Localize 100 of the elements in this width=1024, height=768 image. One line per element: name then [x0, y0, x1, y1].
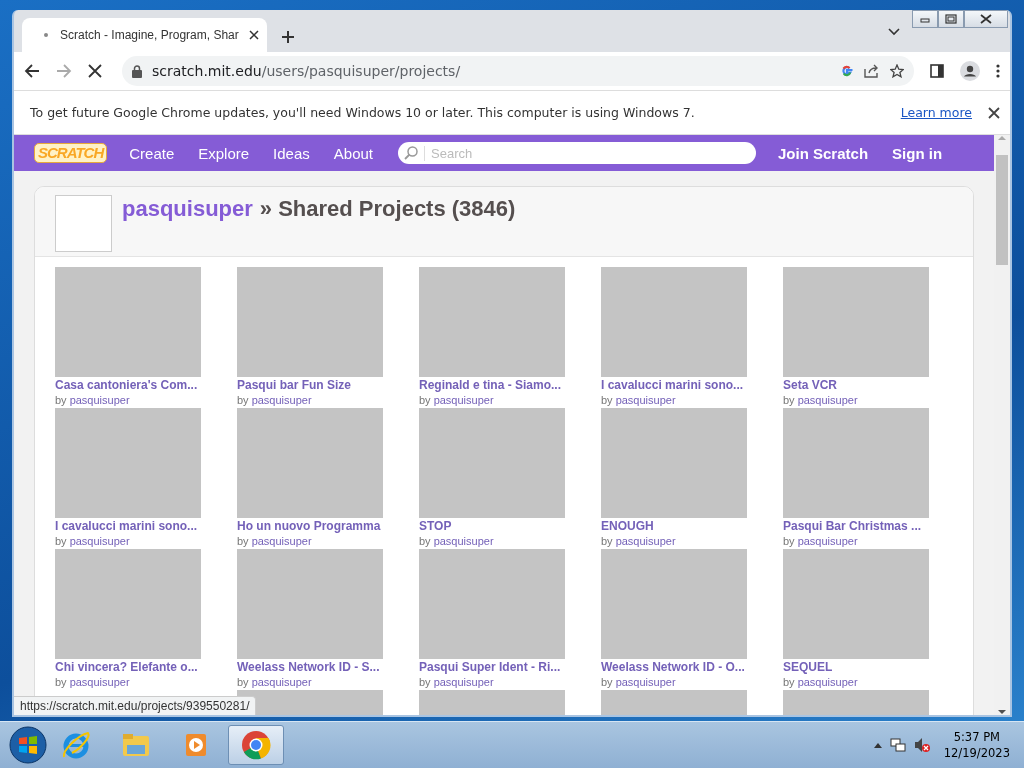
close-icon [979, 14, 993, 24]
project-thumbnail[interactable] [55, 267, 201, 377]
project-title[interactable]: Pasqui Super Ident - Ri... [419, 660, 565, 674]
maximize-icon [944, 14, 958, 24]
clock[interactable]: 5:37 PM 12/19/2023 [943, 729, 1010, 761]
scroll-thumb[interactable] [996, 155, 1008, 265]
browser-tab[interactable]: Scratch - Imagine, Program, Shar [22, 18, 267, 52]
by-label: by [55, 534, 67, 549]
by-label: by [237, 675, 249, 690]
nav-link[interactable]: Ideas [273, 144, 310, 162]
up-arrow-icon[interactable] [873, 742, 882, 748]
close-icon[interactable] [248, 30, 259, 40]
username-link[interactable]: pasquisuper [122, 196, 253, 222]
new-tab-icon[interactable] [281, 30, 295, 44]
project-title[interactable]: Weelass Network ID - O... [601, 660, 747, 674]
share-icon[interactable] [864, 64, 880, 78]
project-thumbnail[interactable] [419, 549, 565, 659]
project-title[interactable]: I cavalucci marini sono... [601, 378, 747, 392]
menu-icon[interactable] [996, 64, 1000, 78]
project-title[interactable]: Ho un nuovo Programma [237, 519, 383, 533]
project-thumbnail[interactable] [55, 549, 201, 659]
project-title[interactable]: Pasqui Bar Christmas ... [783, 519, 929, 533]
author-link[interactable]: pasquisuper [797, 392, 858, 408]
avatar-placeholder[interactable] [55, 195, 112, 252]
close-icon[interactable] [988, 106, 1000, 119]
project-thumbnail[interactable] [601, 549, 747, 659]
project-thumbnail[interactable] [783, 267, 929, 377]
by-label: by [419, 393, 431, 408]
nav-link[interactable]: Create [129, 144, 175, 162]
by-label: by [601, 393, 613, 408]
project-thumbnail[interactable] [55, 408, 201, 518]
side-panel-icon[interactable] [930, 64, 944, 78]
author-link[interactable]: pasquisuper [433, 392, 494, 408]
chrome-icon [240, 729, 272, 761]
join-link[interactable]: Join Scratch [778, 144, 869, 162]
project-title[interactable]: Pasqui bar Fun Size [237, 378, 383, 392]
volume-muted-icon[interactable] [913, 737, 930, 753]
project-title[interactable]: Casa cantoniera's Com... [55, 378, 201, 392]
chevron-down-icon[interactable] [888, 28, 900, 36]
by-label: by [237, 534, 249, 549]
project-thumbnail[interactable] [237, 549, 383, 659]
project-title[interactable]: Chi vincera? Elefante o... [55, 660, 201, 674]
author-link[interactable]: pasquisuper [69, 392, 130, 408]
minimize-button[interactable] [912, 10, 938, 28]
sign-in-link[interactable]: Sign in [892, 144, 943, 162]
search-icon [404, 146, 418, 160]
author-link[interactable]: pasquisuper [615, 674, 676, 690]
project-title[interactable]: ENOUGH [601, 519, 747, 533]
by-label: by [783, 675, 795, 690]
star-icon[interactable] [890, 64, 904, 78]
by-label: by [237, 393, 249, 408]
by-label: by [601, 675, 613, 690]
project-thumbnail[interactable] [783, 408, 929, 518]
author-link[interactable]: pasquisuper [433, 533, 494, 549]
start-icon[interactable] [8, 725, 48, 765]
project-thumbnail[interactable] [419, 408, 565, 518]
author-link[interactable]: pasquisuper [797, 533, 858, 549]
by-label: by [783, 534, 795, 549]
project-title[interactable]: Seta VCR [783, 378, 929, 392]
search-bar[interactable]: Search [398, 142, 756, 164]
project-title[interactable]: Reginald e tina - Siamo... [419, 378, 565, 392]
back-icon[interactable] [24, 63, 40, 79]
scrollbar[interactable] [994, 135, 1010, 715]
maximize-button[interactable] [938, 10, 964, 28]
nav-link[interactable]: Explore [198, 144, 250, 162]
project-title[interactable]: STOP [419, 519, 565, 533]
author-link[interactable]: pasquisuper [615, 533, 676, 549]
google-icon[interactable] [840, 64, 854, 78]
author-link[interactable]: pasquisuper [615, 392, 676, 408]
project-title[interactable]: SEQUEL [783, 660, 929, 674]
project-thumbnail[interactable] [237, 408, 383, 518]
address-bar[interactable]: scratch.mit.edu/users/pasquisuper/projects/ [122, 56, 914, 86]
status-url-tooltip: https://scratch.mit.edu/projects/939550281/ [14, 696, 257, 715]
network-icon[interactable] [889, 737, 906, 753]
author-link[interactable]: pasquisuper [251, 392, 312, 408]
project-thumbnail[interactable] [783, 549, 929, 659]
stop-icon[interactable] [88, 64, 102, 78]
lock-icon [132, 64, 142, 78]
forward-icon[interactable] [56, 63, 72, 79]
author-link[interactable]: pasquisuper [251, 533, 312, 549]
info-message: To get future Google Chrome updates, you'll need Windows 10 or later. This computer is using Windows 7. [30, 105, 696, 120]
project-thumbnail[interactable] [419, 267, 565, 377]
author-link[interactable]: pasquisuper [69, 674, 130, 690]
author-link[interactable]: pasquisuper [251, 674, 312, 690]
close-button[interactable] [964, 10, 1008, 28]
scroll-down-icon[interactable] [998, 709, 1006, 715]
nav-link[interactable]: About [333, 144, 373, 162]
project-title[interactable]: Weelass Network ID - S... [237, 660, 383, 674]
author-link[interactable]: pasquisuper [433, 674, 494, 690]
author-link[interactable]: pasquisuper [69, 533, 130, 549]
url-host: scratch.mit.edu [152, 63, 262, 79]
project-thumbnail[interactable] [601, 267, 747, 377]
learn-more-link[interactable]: Learn more [900, 105, 972, 120]
project-title[interactable]: I cavalucci marini sono... [55, 519, 201, 533]
by-label: by [55, 675, 67, 690]
project-thumbnail[interactable] [237, 267, 383, 377]
taskbar-button[interactable] [228, 725, 284, 765]
author-link[interactable]: pasquisuper [797, 674, 858, 690]
project-thumbnail[interactable] [601, 408, 747, 518]
profile-icon[interactable] [960, 61, 980, 81]
